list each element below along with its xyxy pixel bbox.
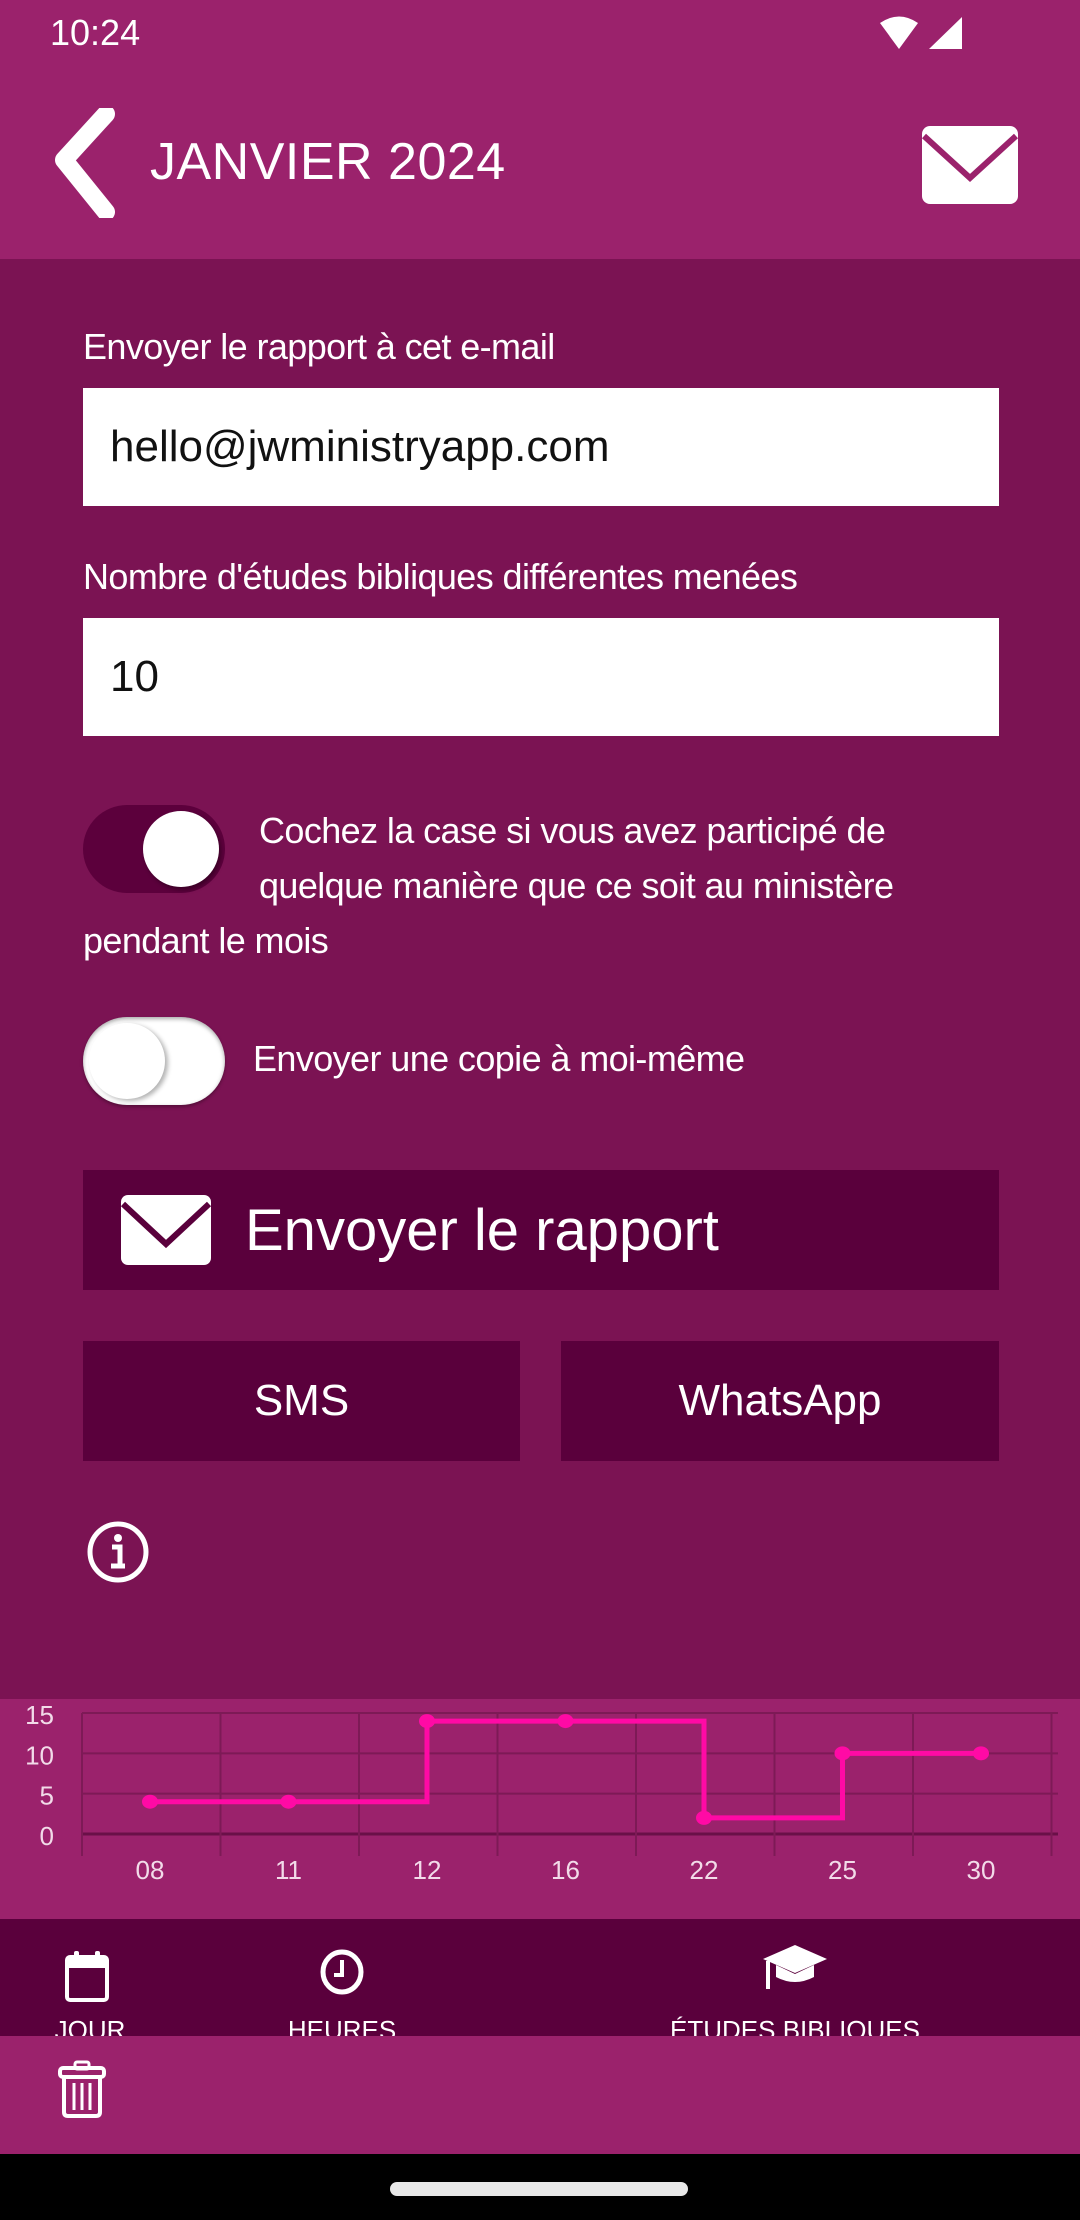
y-tick-label: 0: [40, 1821, 54, 1851]
trash-icon[interactable]: [58, 2060, 106, 2118]
data-point: [834, 1746, 851, 1761]
x-tick-label: 30: [967, 1855, 996, 1885]
studies-label: Nombre d'études bibliques différentes me…: [83, 556, 798, 597]
x-tick-label: 16: [551, 1855, 580, 1885]
home-indicator[interactable]: [390, 2182, 688, 2196]
email-label: Envoyer le rapport à cet e-mail: [83, 326, 555, 367]
x-tick-label: 08: [136, 1855, 165, 1885]
studies-count-field[interactable]: [83, 618, 999, 736]
nav-item-etudes-bibliques[interactable]: ÉTUDES BIBLIQUES: [640, 1919, 950, 2036]
whatsapp-label: WhatsApp: [678, 1376, 882, 1425]
participated-toggle[interactable]: [83, 805, 225, 893]
page-title: JANVIER 2024: [150, 133, 506, 191]
send-report-button[interactable]: Envoyer le rapport: [83, 1170, 999, 1290]
system-nav-bar: [0, 2154, 1080, 2220]
status-time: 10:24: [50, 12, 141, 53]
studies-chart: 0 5 10 15 08 11 12 16 22 25 30: [0, 1699, 1080, 1919]
send-copy-toggle[interactable]: [83, 1017, 225, 1105]
bottom-nav: JOUR HEURES ÉTUDES BIBLIQUES: [0, 1919, 1080, 2036]
envelope-icon: [121, 1195, 211, 1265]
data-point: [696, 1810, 712, 1825]
data-point: [142, 1794, 158, 1809]
participated-label-line1: Cochez la case si vous avez participé de: [259, 810, 886, 851]
sms-button[interactable]: SMS: [83, 1341, 520, 1461]
clock-icon: [320, 1949, 364, 1995]
send-copy-label: Envoyer une copie à moi-même: [253, 1038, 745, 1079]
series-line: [150, 1718, 981, 1821]
calendar-icon: [65, 1951, 109, 2002]
y-tick-label: 5: [40, 1781, 54, 1811]
data-point: [973, 1746, 989, 1761]
nav-label: HEURES: [287, 2015, 397, 2036]
nav-label: JOUR: [54, 2015, 126, 2036]
x-tick-label: 22: [690, 1855, 719, 1885]
participated-label-line3: pendant le mois: [83, 920, 329, 961]
nav-item-heures[interactable]: HEURES: [250, 1919, 430, 2036]
bottom-toolbar: [0, 2036, 1080, 2154]
chevron-left-icon[interactable]: [54, 108, 130, 218]
y-tick-label: 15: [25, 1700, 54, 1730]
envelope-icon[interactable]: [922, 126, 1018, 204]
signal-icon: [929, 17, 962, 49]
chart-svg: 0 5 10 15 08 11 12 16 22 25 30: [25, 1700, 1058, 1885]
toggle-knob: [143, 811, 219, 887]
send-report-label: Envoyer le rapport: [245, 1197, 719, 1263]
app-bar: JANVIER 2024: [0, 64, 1080, 259]
nav-label: ÉTUDES BIBLIQUES: [670, 2015, 920, 2036]
status-bar: 10:24: [0, 0, 1080, 64]
sms-label: SMS: [253, 1376, 350, 1425]
y-tick-label: 10: [25, 1740, 54, 1770]
data-point: [557, 1714, 574, 1729]
x-tick-label: 12: [413, 1855, 442, 1885]
email-field[interactable]: [83, 388, 999, 506]
graduation-cap-icon: [763, 1945, 827, 1989]
data-point: [280, 1794, 297, 1809]
toggle-knob: [89, 1023, 165, 1099]
nav-item-jour[interactable]: JOUR: [0, 1919, 180, 2036]
x-tick-label: 11: [275, 1855, 302, 1885]
info-icon[interactable]: [86, 1520, 150, 1584]
data-point: [419, 1714, 435, 1729]
whatsapp-button[interactable]: WhatsApp: [561, 1341, 999, 1461]
participated-label-line2: quelque manière que ce soit au ministère: [259, 865, 894, 906]
wifi-icon: [880, 16, 918, 49]
x-tick-label: 25: [828, 1855, 857, 1885]
